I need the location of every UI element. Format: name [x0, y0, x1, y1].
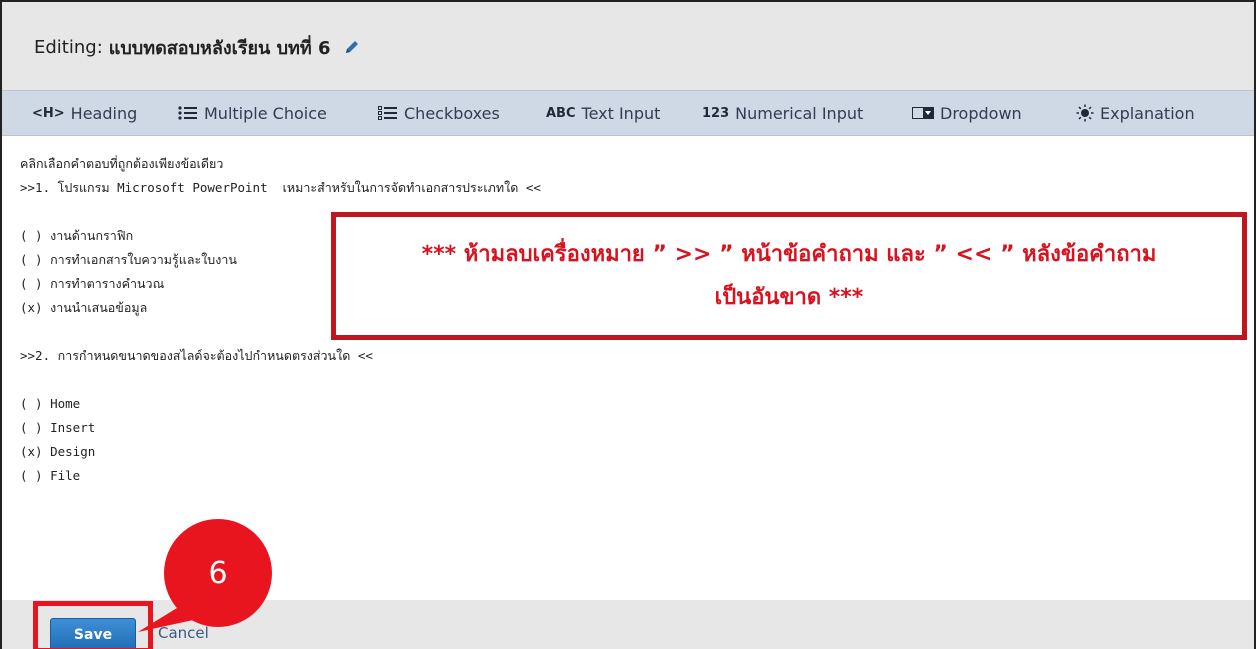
heading-button[interactable]: <H> Heading: [32, 91, 137, 135]
sun-icon: [1076, 104, 1094, 122]
multiple-choice-button[interactable]: Multiple Choice: [178, 91, 327, 135]
step-badge: 6: [164, 519, 272, 627]
warning-line-1: *** ห้ามลบเครื่องหมาย ” >> ” หน้าข้อคำถา…: [421, 242, 1157, 267]
abc-icon: ABC: [546, 105, 576, 121]
explanation-button[interactable]: Explanation: [1076, 91, 1195, 135]
multiple-choice-label: Multiple Choice: [204, 103, 327, 123]
dropdown-icon: [912, 106, 934, 120]
heading-icon: <H>: [32, 105, 65, 121]
text-input-button[interactable]: ABC Text Input: [546, 91, 660, 135]
component-toolbar: <H> Heading Multiple Choice Checkboxes A…: [2, 90, 1254, 136]
numerical-input-label: Numerical Input: [735, 103, 864, 123]
explanation-label: Explanation: [1100, 103, 1195, 123]
editor-line: >>1. โปรแกรม Microsoft PowerPoint เหมาะส…: [20, 180, 541, 195]
numerical-input-button[interactable]: 123 Numerical Input: [702, 91, 863, 135]
editor-line: ( ) File: [20, 468, 81, 483]
text-input-label: Text Input: [581, 103, 661, 123]
pencil-icon[interactable]: [343, 38, 361, 56]
editor-line: >>2. การกำหนดขนาดของสไลด์จะต้องไปกำหนดตร…: [20, 348, 373, 363]
title-prefix: Editing:: [34, 36, 103, 58]
editor-line: ( ) Insert: [20, 420, 96, 435]
page-title: Editing: แบบทดสอบหลังเรียน บทที่ 6: [34, 32, 361, 62]
checkboxes-label: Checkboxes: [404, 103, 500, 123]
warning-line-2: เป็นอันขาด ***: [714, 285, 864, 310]
editor-line: ( ) Home: [20, 396, 81, 411]
heading-label: Heading: [70, 103, 138, 123]
list-icon: [178, 106, 198, 120]
checklist-icon: [378, 106, 398, 120]
editor-line: (x) Design: [20, 444, 96, 459]
save-highlight-box: [33, 601, 153, 649]
editor-header: Editing: แบบทดสอบหลังเรียน บทที่ 6: [2, 2, 1254, 90]
checkboxes-button[interactable]: Checkboxes: [378, 91, 500, 135]
cancel-link[interactable]: Cancel: [158, 624, 209, 642]
dropdown-button[interactable]: Dropdown: [912, 91, 1022, 135]
editor-line: คลิกเลือกคำตอบที่ถูกต้องเพียงข้อเดียว: [20, 156, 224, 171]
numeric-icon: 123: [702, 105, 730, 121]
dropdown-label: Dropdown: [940, 103, 1022, 123]
title-name: แบบทดสอบหลังเรียน บทที่ 6: [108, 37, 331, 59]
warning-note: *** ห้ามลบเครื่องหมาย ” >> ” หน้าข้อคำถา…: [331, 212, 1247, 340]
